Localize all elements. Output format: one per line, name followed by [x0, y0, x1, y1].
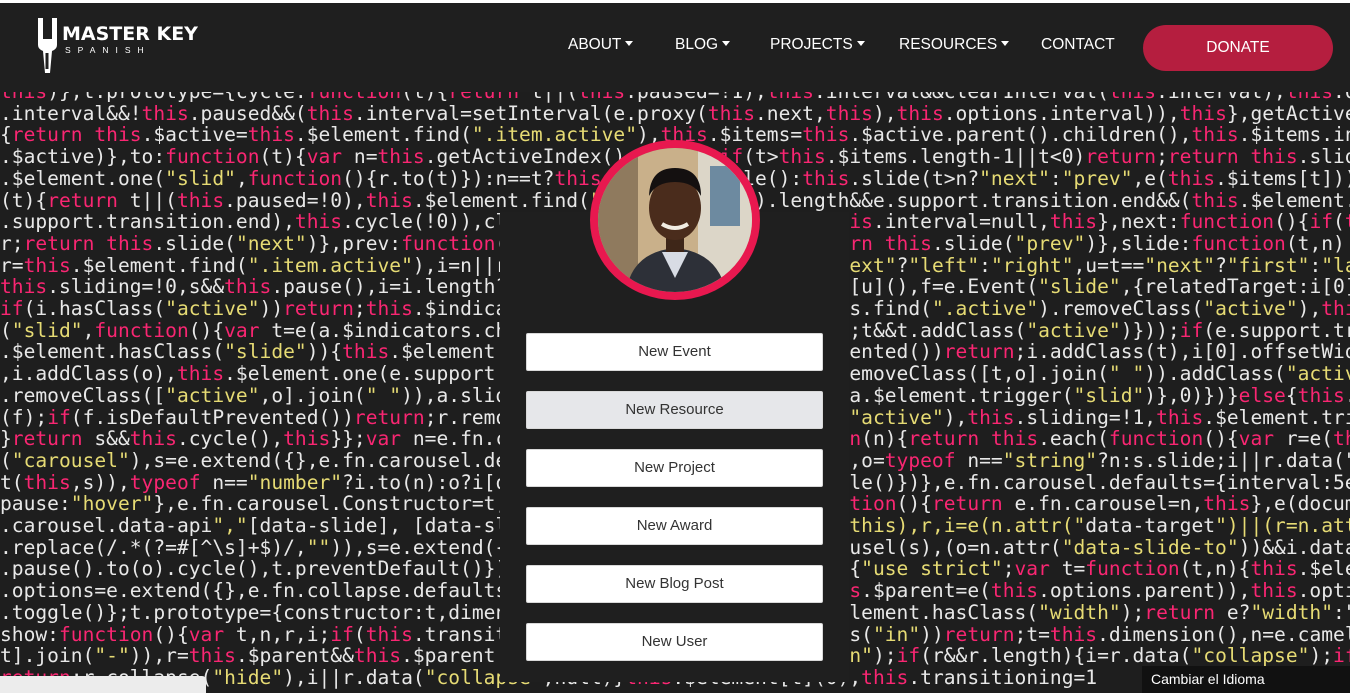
nav-contact-label: CONTACT — [1041, 36, 1115, 53]
nav-blog-label: BLOG — [675, 36, 719, 53]
code-line: this)};t.prototype={cycle:function(t){re… — [0, 92, 1350, 103]
caret-down-icon — [856, 41, 865, 46]
caret-down-icon — [1001, 41, 1010, 46]
site-header: MASTER KEY SPANISH ABOUT BLOG PROJECTS R… — [0, 0, 1350, 92]
language-toggle[interactable]: Cambiar el Idioma — [1142, 666, 1350, 693]
site-logo[interactable]: MASTER KEY SPANISH — [34, 15, 198, 77]
nav-about-label: ABOUT — [568, 36, 622, 53]
logo-subtitle: SPANISH — [65, 45, 151, 55]
nav-resources[interactable]: RESOURCES — [899, 36, 1010, 54]
nav-projects-label: PROJECTS — [770, 36, 853, 53]
nav-resources-label: RESOURCES — [899, 36, 998, 53]
bottom-left-widget[interactable] — [0, 676, 206, 693]
new-award-button[interactable]: New Award — [526, 507, 823, 545]
new-project-button[interactable]: New Project — [526, 449, 823, 487]
new-blog-post-button[interactable]: New Blog Post — [526, 565, 823, 603]
nav-blog[interactable]: BLOG — [675, 36, 731, 54]
profile-avatar — [590, 140, 760, 300]
nav-about[interactable]: ABOUT — [568, 36, 634, 54]
donate-button[interactable]: DONATE — [1143, 25, 1333, 71]
new-user-button[interactable]: New User — [526, 623, 823, 661]
profile-photo-icon — [598, 148, 752, 292]
logo-title: MASTER KEY — [62, 23, 198, 45]
nav-contact[interactable]: CONTACT — [1041, 36, 1115, 54]
caret-down-icon — [625, 41, 634, 46]
nav-projects[interactable]: PROJECTS — [770, 36, 865, 54]
new-event-button[interactable]: New Event — [526, 333, 823, 371]
code-line: .interval&&!this.paused&&(this.interval=… — [0, 102, 1350, 125]
caret-down-icon — [722, 41, 731, 46]
new-resource-button[interactable]: New Resource — [526, 391, 823, 429]
